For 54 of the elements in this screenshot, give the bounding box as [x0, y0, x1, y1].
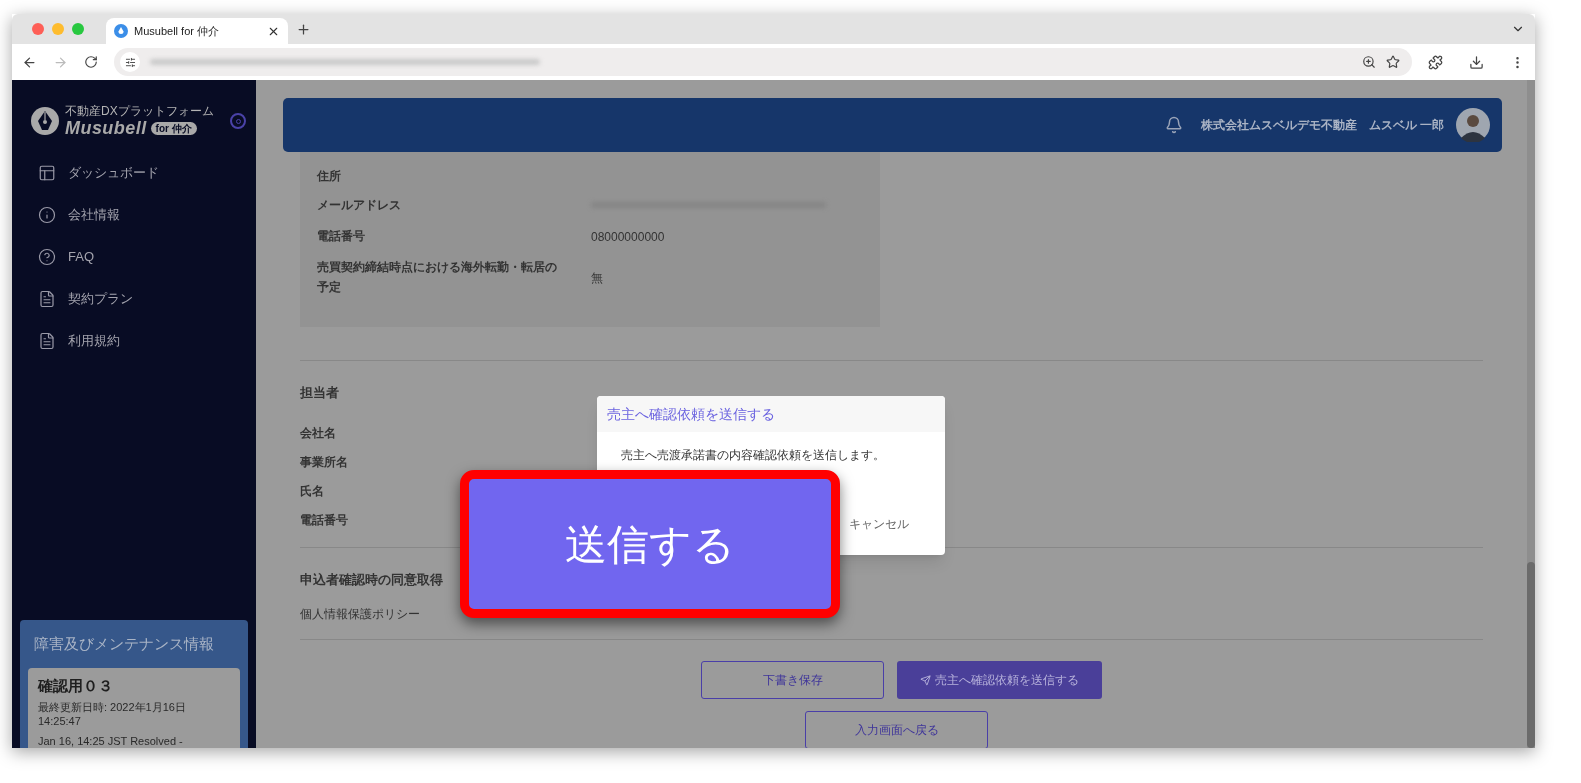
layout-icon	[38, 164, 56, 182]
field-value: 08000000000	[591, 230, 665, 244]
sidebar-item[interactable]: 利用規約	[38, 328, 256, 354]
logo-tagline: 不動産DXプラットフォーム	[65, 104, 214, 118]
field-label: 電話番号	[300, 511, 348, 529]
notification-bell-icon[interactable]	[1164, 116, 1183, 134]
back-to-input-button[interactable]: 入力画面へ戻る	[805, 711, 988, 748]
user-name: ムスベル 一郎	[1368, 117, 1444, 134]
dialog-title: 売主へ確認依頼を送信する	[597, 396, 945, 432]
field-label: 電話番号	[317, 228, 366, 245]
field-label: 住所	[317, 168, 342, 185]
field-label: メールアドレス	[317, 197, 402, 214]
maintenance-entry-title: 確認用０３	[38, 676, 114, 696]
document-icon	[38, 290, 56, 308]
maintenance-note: Jan 16, 14:25 JST Resolved -	[38, 734, 184, 748]
new-tab-icon[interactable]	[296, 21, 311, 37]
tab-title: Musubell for 仲介	[134, 23, 220, 39]
extensions-icon[interactable]	[1428, 54, 1443, 70]
field-label: 事業所名	[300, 453, 348, 471]
logo-name: Musubell	[65, 118, 147, 138]
sidebar-item[interactable]: 契約プラン	[38, 286, 256, 312]
sidebar-item[interactable]: 会社情報	[38, 202, 256, 228]
section-title: 申込者確認時の同意取得	[300, 570, 443, 589]
send-confirmation-button[interactable]: 売主へ確認依頼を送信する	[897, 661, 1102, 699]
field-label: 売買契約締結時点における海外転勤・転居の予定	[317, 259, 558, 296]
maintenance-updated: 最終更新日時: 2022年1月16日 14:25:47	[38, 700, 187, 728]
field-label: 個人情報保護ポリシー	[300, 606, 420, 623]
field-label: 会社名	[300, 424, 336, 442]
save-draft-button[interactable]: 下書き保存	[701, 661, 884, 699]
section-title: 担当者	[300, 384, 339, 402]
bookmark-star-icon[interactable]	[1386, 55, 1400, 69]
cancel-button[interactable]: キャンセル	[849, 515, 909, 533]
download-icon[interactable]	[1469, 54, 1484, 70]
browser-tab[interactable]: Musubell for 仲介	[106, 18, 288, 44]
sidebar-item[interactable]: ダッシュボード	[38, 160, 256, 186]
pen-nib-logo-icon	[30, 106, 60, 136]
send-icon	[920, 674, 931, 686]
back-icon[interactable]	[22, 54, 37, 70]
help-icon	[38, 248, 56, 266]
document-icon	[38, 332, 56, 350]
dialog-message: 売主へ売渡承諾書の内容確認依頼を送信します。	[620, 447, 886, 464]
info-icon	[38, 206, 56, 224]
sidebar-item[interactable]: FAQ	[38, 244, 256, 270]
field-value: 無	[591, 271, 603, 285]
site-settings-icon[interactable]	[120, 52, 140, 72]
zoom-icon[interactable]	[1362, 55, 1376, 69]
logo-badge: for 仲介	[150, 121, 197, 135]
company-name: 株式会社ムスベルデモ不動産	[1200, 117, 1357, 134]
avatar-icon[interactable]	[1456, 108, 1490, 142]
field-label: 氏名	[300, 482, 324, 500]
collapse-toggle-icon[interactable]	[230, 113, 246, 129]
drop-icon	[114, 24, 128, 38]
maintenance-title: 障害及びメンテナンス情報	[33, 634, 215, 654]
reload-icon[interactable]	[84, 55, 98, 69]
